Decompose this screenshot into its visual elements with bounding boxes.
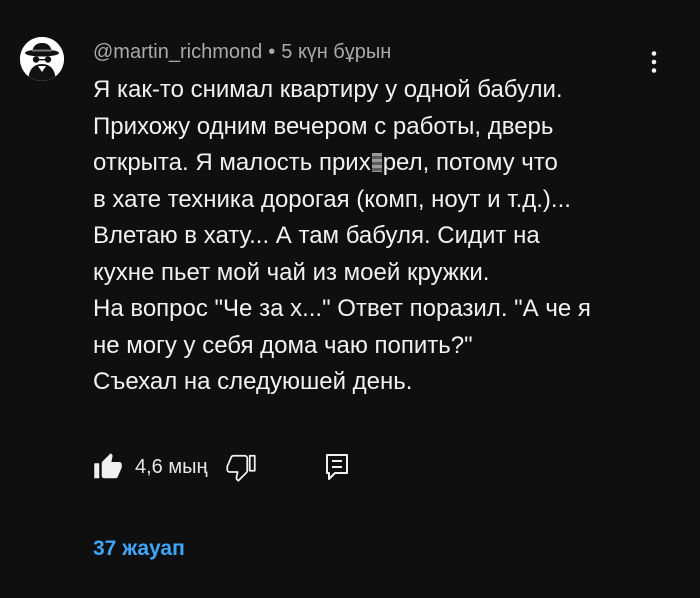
view-replies-link[interactable]: 37 жауап (93, 537, 185, 561)
like-button[interactable]: 4,6 мың (93, 452, 208, 482)
reply-button[interactable] (322, 452, 352, 482)
comment-line: не могу у себя дома чаю попить?" (93, 331, 473, 359)
dislike-button[interactable] (225, 452, 256, 482)
comment-line: открыта. Я малость прих рел, потому что (93, 145, 663, 182)
comment-line: Влетаю в хату... А там бабуля. Сидит на (93, 222, 540, 249)
thumbs-up-icon (94, 453, 122, 479)
comment-thread: @martin_richmond • 5 күн бұрын Я как-то … (0, 0, 700, 598)
more-vert-icon (651, 51, 657, 73)
thumbs-down-icon (225, 454, 256, 482)
comment-reply-icon (325, 454, 348, 480)
comment-meta: @martin_richmond • 5 күн бұрын (93, 38, 391, 66)
comment-line: На вопрос "Че за х..." Ответ поразил. "А… (93, 295, 591, 322)
timestamp[interactable]: 5 күн бұрын (281, 41, 391, 64)
author-handle[interactable]: @martin_richmond (93, 41, 262, 64)
censored-word-mask (371, 153, 382, 172)
comment-line-part: рел, потому что (382, 149, 558, 176)
like-count: 4,6 мың (135, 455, 208, 478)
incognito-avatar-icon (20, 37, 64, 81)
comment-line: кухне пьет мой чай из моей кружки. (93, 258, 490, 286)
comment-line: Съехал на следуюшей день. (93, 368, 413, 395)
comment-line: Прихожу одним вечером с работы, дверь (93, 112, 554, 140)
comment-line: в хате техника дорогая (комп, ноут и т.д… (93, 185, 571, 213)
meta-separator: • (268, 40, 276, 63)
comment-line: Я как-то снимал квартиру у одной бабули. (93, 76, 563, 103)
comment-actions: 4,6 мың (93, 447, 352, 487)
avatar[interactable] (20, 37, 64, 81)
comment-line-part: открыта. Я малость прих (93, 149, 371, 176)
comment-text: Я как-то снимал квартиру у одной бабули.… (93, 72, 663, 401)
